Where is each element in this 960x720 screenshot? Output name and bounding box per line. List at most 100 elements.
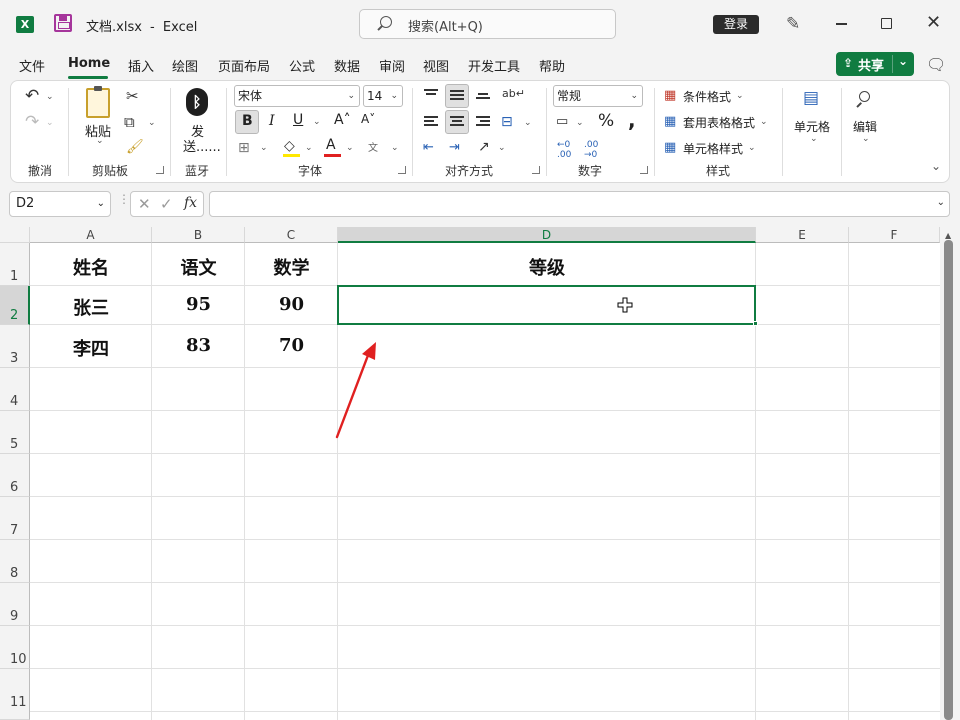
edit-button[interactable]: 编辑 bbox=[853, 118, 877, 135]
tab-file[interactable]: 文件 bbox=[19, 56, 45, 75]
chevron-down-icon[interactable]: ⌄ bbox=[760, 117, 768, 127]
redo-dropdown-icon[interactable]: ⌄ bbox=[46, 118, 54, 128]
tab-home[interactable]: Home bbox=[68, 56, 110, 71]
expand-formula-icon[interactable]: ⌄ bbox=[937, 197, 945, 208]
chevron-down-icon[interactable]: ⌄ bbox=[862, 134, 870, 144]
cell-b3[interactable]: 83 bbox=[152, 335, 245, 356]
send-label-2[interactable]: 送...... bbox=[183, 136, 221, 155]
enter-icon[interactable]: ✓ bbox=[160, 195, 173, 213]
row-header-9[interactable]: 9 bbox=[0, 583, 30, 626]
collapse-ribbon-icon[interactable]: ⌄ bbox=[931, 159, 941, 173]
border-icon[interactable]: ⊞ bbox=[238, 140, 250, 156]
tab-help[interactable]: 帮助 bbox=[539, 56, 565, 75]
underline-dropdown-icon[interactable]: ⌄ bbox=[313, 117, 321, 127]
cells-button[interactable]: 单元格 bbox=[794, 118, 830, 135]
fill-handle[interactable] bbox=[753, 321, 758, 326]
cell-c3[interactable]: 70 bbox=[245, 335, 338, 356]
chevron-down-icon[interactable]: ⌄ bbox=[736, 91, 744, 101]
more-options-icon[interactable]: ⋮ bbox=[118, 193, 130, 205]
column-header-e[interactable]: E bbox=[756, 227, 849, 243]
cell-c2[interactable]: 90 bbox=[245, 294, 338, 315]
column-header-f[interactable]: F bbox=[849, 227, 940, 243]
column-header-d[interactable]: D bbox=[338, 227, 756, 243]
accounting-format-icon[interactable]: ▭ bbox=[556, 114, 568, 130]
row-header-8[interactable]: 8 bbox=[0, 540, 30, 583]
tab-review[interactable]: 审阅 bbox=[379, 56, 405, 75]
accounting-dropdown-icon[interactable]: ⌄ bbox=[576, 118, 584, 128]
orientation-icon[interactable]: ↗ bbox=[478, 139, 490, 155]
conditional-format-button[interactable]: 条件格式 bbox=[683, 88, 731, 105]
underline-button[interactable]: U bbox=[293, 112, 303, 128]
row-header-6[interactable]: 6 bbox=[0, 454, 30, 497]
active-cell-d2[interactable] bbox=[337, 285, 756, 325]
cell-d1[interactable]: 等级 bbox=[338, 254, 756, 280]
row-header-2[interactable]: 2 bbox=[0, 286, 30, 325]
phonetic-icon[interactable]: 文 bbox=[368, 139, 378, 154]
wrap-text-icon[interactable]: ab↵ bbox=[502, 86, 525, 102]
copy-dropdown-icon[interactable]: ⌄ bbox=[148, 118, 156, 128]
cell-a2[interactable]: 张三 bbox=[30, 294, 152, 320]
format-painter-icon[interactable]: 🖌 bbox=[126, 139, 144, 155]
table-format-button[interactable]: 套用表格格式 bbox=[683, 114, 755, 131]
cell-style-button[interactable]: 单元格样式 bbox=[683, 140, 743, 157]
cell-b1[interactable]: 语文 bbox=[152, 254, 245, 280]
cell-a1[interactable]: 姓名 bbox=[30, 254, 152, 280]
edit-search-icon[interactable] bbox=[859, 91, 870, 102]
cell-b2[interactable]: 95 bbox=[152, 294, 245, 315]
orientation-dropdown-icon[interactable]: ⌄ bbox=[498, 143, 506, 153]
pen-icon[interactable]: ✎ bbox=[786, 14, 800, 34]
row-header-3[interactable]: 3 bbox=[0, 325, 30, 368]
align-bottom-icon[interactable] bbox=[476, 93, 490, 105]
scrollbar-thumb[interactable] bbox=[944, 240, 953, 720]
column-header-a[interactable]: A bbox=[30, 227, 152, 243]
comma-button[interactable]: , bbox=[628, 108, 636, 132]
formula-input[interactable]: ⌄ bbox=[209, 191, 950, 217]
close-button[interactable]: ✕ bbox=[926, 14, 941, 32]
cut-icon[interactable]: ✂ bbox=[126, 88, 139, 104]
number-format-select[interactable]: 常规 ⌄ bbox=[553, 85, 643, 107]
alignment-launcher-icon[interactable] bbox=[532, 166, 540, 174]
font-color-dropdown-icon[interactable]: ⌄ bbox=[346, 143, 354, 153]
comments-icon[interactable]: 🗨 bbox=[926, 55, 946, 74]
decrease-indent-icon[interactable]: ⇤ bbox=[423, 140, 434, 156]
align-left-icon[interactable] bbox=[424, 116, 438, 128]
cells-icon[interactable]: ▤ bbox=[803, 90, 819, 107]
column-header-c[interactable]: C bbox=[245, 227, 338, 243]
cell-c1[interactable]: 数学 bbox=[245, 254, 338, 280]
row-header-7[interactable]: 7 bbox=[0, 497, 30, 540]
font-launcher-icon[interactable] bbox=[398, 166, 406, 174]
undo-dropdown-icon[interactable]: ⌄ bbox=[46, 92, 54, 102]
scroll-up-icon[interactable]: ▲ bbox=[945, 231, 951, 240]
maximize-button[interactable] bbox=[881, 18, 892, 29]
search-box[interactable]: 搜索(Alt+Q) bbox=[359, 9, 616, 39]
percent-button[interactable]: % bbox=[598, 111, 614, 131]
align-top-icon[interactable] bbox=[424, 89, 438, 101]
merge-dropdown-icon[interactable]: ⌄ bbox=[524, 118, 532, 128]
save-icon[interactable] bbox=[54, 14, 72, 32]
redo-icon[interactable]: ↷ bbox=[25, 114, 39, 131]
paste-dropdown-icon[interactable]: ⌄ bbox=[96, 136, 104, 146]
row-header-10[interactable]: 10 bbox=[0, 626, 30, 669]
font-name-select[interactable]: 宋体 ⌄ bbox=[234, 85, 360, 107]
chevron-down-icon[interactable]: ⌄ bbox=[898, 54, 908, 68]
tab-formulas[interactable]: 公式 bbox=[289, 56, 315, 75]
login-button[interactable]: 登录 bbox=[713, 15, 759, 34]
tab-view[interactable]: 视图 bbox=[423, 56, 449, 75]
increase-indent-icon[interactable]: ⇥ bbox=[449, 140, 460, 156]
row-header-5[interactable]: 5 bbox=[0, 411, 30, 454]
select-all-corner[interactable] bbox=[0, 227, 30, 243]
tab-developer[interactable]: 开发工具 bbox=[468, 56, 520, 75]
decrease-font-icon[interactable]: A˅ bbox=[361, 112, 375, 126]
share-button[interactable]: ⇪ 共享 ⌄ bbox=[836, 52, 914, 76]
cancel-icon[interactable]: ✕ bbox=[138, 195, 151, 213]
tab-data[interactable]: 数据 bbox=[334, 56, 360, 75]
column-header-b[interactable]: B bbox=[152, 227, 245, 243]
minimize-button[interactable] bbox=[836, 23, 847, 25]
name-box[interactable]: D2 ⌄ bbox=[9, 191, 111, 217]
increase-decimal-icon[interactable]: ←0.00 bbox=[557, 140, 571, 160]
chevron-down-icon[interactable]: ⌄ bbox=[748, 143, 756, 153]
tab-insert[interactable]: 插入 bbox=[128, 56, 154, 75]
decrease-decimal-icon[interactable]: .00 →0 bbox=[584, 140, 598, 160]
merge-center-icon[interactable]: ⊟ bbox=[501, 114, 513, 130]
fill-dropdown-icon[interactable]: ⌄ bbox=[305, 143, 313, 153]
